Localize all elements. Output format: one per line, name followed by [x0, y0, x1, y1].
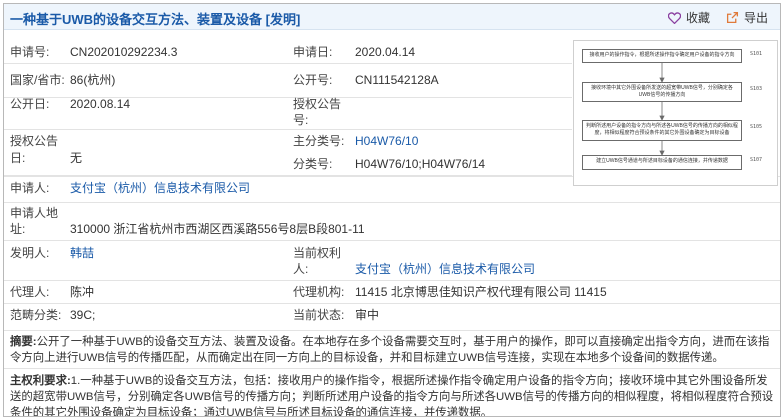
- application-no-label: 申请号:: [10, 45, 50, 59]
- divider: [4, 280, 780, 281]
- main-class-label: 主分类号:: [293, 134, 345, 148]
- divider: [4, 368, 780, 369]
- flow-step-3: 判断所述用户设备的指令方向与所述各UWB信号的传播方向的相似程度，将相似程度符合…: [582, 120, 742, 141]
- inventor-label: 发明人:: [10, 246, 50, 260]
- grant-date: 无: [70, 151, 83, 165]
- flow-step-3-id: S105: [750, 124, 763, 130]
- applicant-label: 申请人:: [10, 181, 50, 195]
- current-owner-label-cont: 人:: [293, 262, 309, 276]
- inventor-link[interactable]: 韩喆: [70, 246, 94, 261]
- class-label: 分类号:: [293, 157, 333, 171]
- flow-step-2: 接收环境中其它外围设备所发送的超宽带UWB信号，分别确定各UWB信号的传播方向: [582, 82, 742, 102]
- row-application: 申请号: CN202010292234.3 申请日: 2020.04.14: [4, 30, 572, 64]
- export-icon: [726, 11, 739, 24]
- divider: [4, 330, 780, 331]
- current-owner-label: 当前权利: [293, 246, 342, 260]
- status-label: 当前状态:: [293, 308, 345, 322]
- publication-no: CN111542128A: [355, 73, 439, 87]
- patent-title: 一种基于UWB的设备交互方法、装置及设备 [发明]: [10, 12, 301, 27]
- abstract: 摘要:公开了一种基于UWB的设备交互方法、装置及设备。在本地存在多个设备需要交互…: [10, 334, 774, 366]
- flow-step-1-id: S101: [750, 51, 763, 57]
- main-class-link[interactable]: H04W76/10: [355, 134, 418, 149]
- favorite-button[interactable]: 收藏: [668, 9, 710, 26]
- divider: [4, 303, 780, 304]
- country: 86(杭州): [70, 73, 116, 87]
- grant-no-label: 授权公告: [293, 97, 342, 111]
- main-claim-text: 1.一种基于UWB的设备交互方法，包括：接收用户的操作指令，根据所述操作指令确定…: [10, 375, 774, 417]
- flow-step-1: 接收用户的操作指令，根据所述操作指令确定用户设备的指令方向: [582, 49, 742, 63]
- grant-date-label: 授权公告: [10, 134, 59, 148]
- row-grant: 授权公告 日: 无 主分类号: H04W76/10 分类号: H04W76/10…: [4, 130, 572, 176]
- class-value: H04W76/10;H04W76/14: [355, 157, 486, 171]
- current-owner-link[interactable]: 支付宝（杭州）信息技术有限公司: [355, 262, 535, 277]
- agent-label: 代理人:: [10, 285, 50, 299]
- country-label: 国家/省市:: [10, 73, 65, 87]
- address: 310000 浙江省杭州市西湖区西溪路556号8层B段801-11: [70, 222, 365, 236]
- agency: 11415 北京博思佳知识产权代理有限公司 11415: [355, 285, 607, 299]
- divider: [4, 202, 780, 203]
- patent-detail-panel: 一种基于UWB的设备交互方法、装置及设备 [发明] 收藏 导出 申请号: CN2…: [3, 3, 781, 417]
- export-label: 导出: [744, 11, 769, 25]
- favorite-label: 收藏: [686, 11, 711, 25]
- address-label: 申请人地: [10, 206, 59, 220]
- field-class-label: 范畴分类:: [10, 308, 62, 322]
- abstract-text: 公开了一种基于UWB的设备交互方法、装置及设备。在本地存在多个设备需要交互时，基…: [10, 336, 770, 364]
- field-class: 39C;: [70, 308, 96, 322]
- publication-date: 2020.08.14: [70, 97, 131, 111]
- agency-label: 代理机构:: [293, 285, 345, 299]
- abstract-label: 摘要:: [10, 336, 37, 348]
- main-claim-label: 主权利要求:: [10, 375, 71, 387]
- grant-no-label-cont: 号:: [293, 113, 309, 127]
- export-button[interactable]: 导出: [726, 9, 768, 26]
- address-label-cont: 址:: [10, 222, 26, 236]
- application-date: 2020.04.14: [355, 45, 416, 59]
- header-bar: 一种基于UWB的设备交互方法、装置及设备 [发明] 收藏 导出: [4, 4, 780, 30]
- flow-step-4: 建立UWB信号通道与所述目标设备的通信连接，并传递数据: [582, 155, 742, 170]
- flow-step-2-id: S103: [750, 86, 763, 92]
- publication-no-label: 公开号:: [293, 73, 333, 87]
- flow-step-4-id: S107: [750, 157, 763, 163]
- patent-drawing[interactable]: 接收用户的操作指令，根据所述操作指令确定用户设备的指令方向 S101 接收环境中…: [573, 40, 778, 186]
- main-claim: 主权利要求:1.一种基于UWB的设备交互方法，包括：接收用户的操作指令，根据所述…: [10, 373, 774, 417]
- grant-date-label-cont: 日:: [10, 151, 26, 165]
- applicant-link[interactable]: 支付宝（杭州）信息技术有限公司: [70, 181, 250, 196]
- agent: 陈冲: [70, 285, 95, 299]
- status: 审中: [355, 308, 380, 322]
- row-publication: 公开日: 2020.08.14 授权公告 号:: [4, 90, 572, 130]
- publication-date-label: 公开日:: [10, 97, 50, 111]
- application-no: CN202010292234.3: [70, 45, 178, 59]
- application-date-label: 申请日:: [293, 45, 333, 59]
- heart-icon: [668, 11, 681, 24]
- divider: [4, 240, 780, 241]
